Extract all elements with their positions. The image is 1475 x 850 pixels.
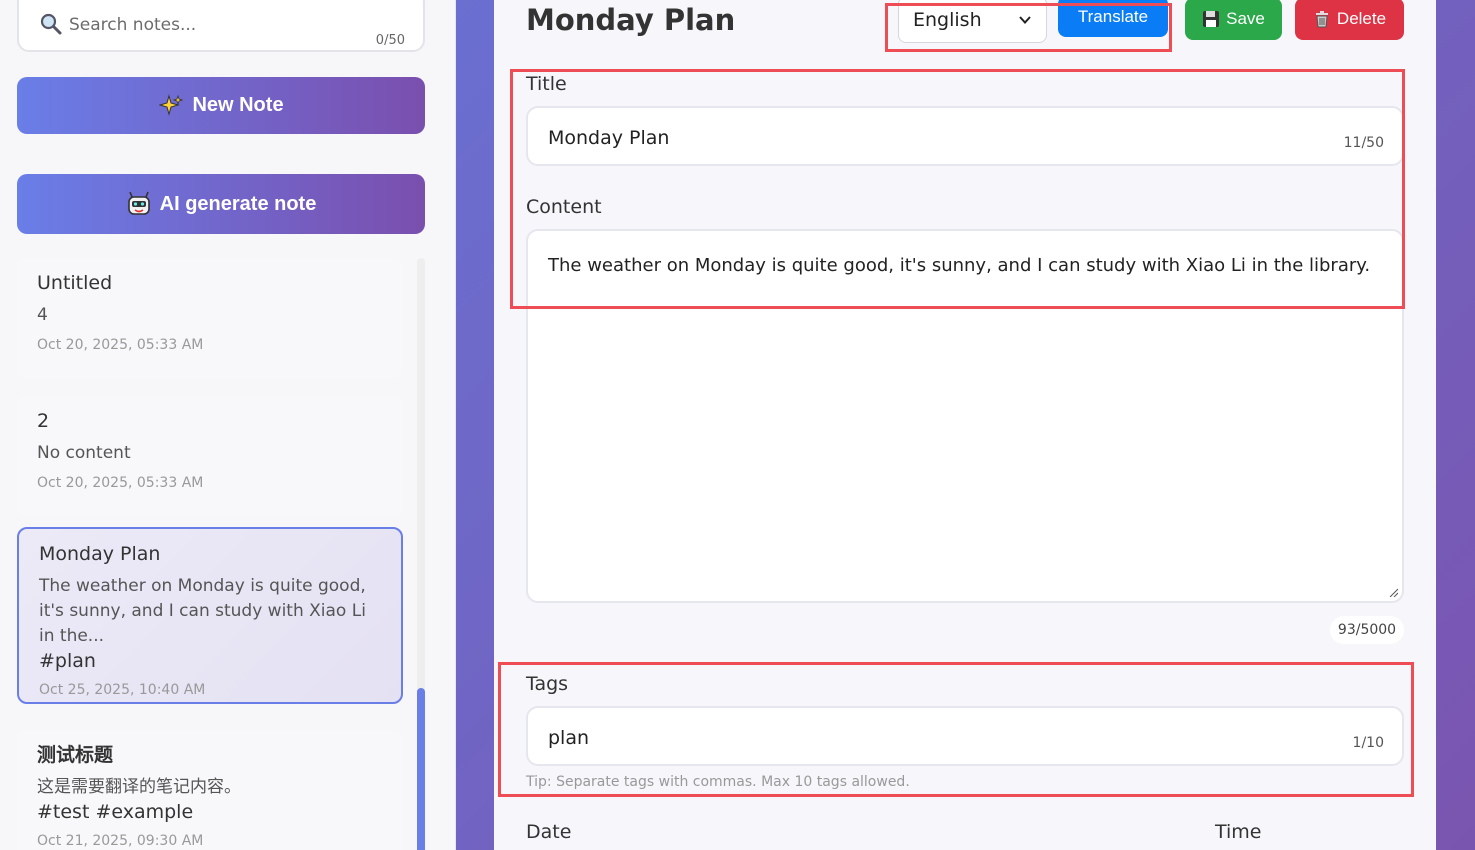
tags-count: 1/10	[1352, 735, 1384, 751]
note-preview: 4	[37, 305, 48, 325]
tags-tip: Tip: Separate tags with commas. Max 10 t…	[526, 774, 910, 790]
floppy-disk-icon	[1203, 11, 1220, 27]
content-textarea[interactable]: The weather on Monday is quite good, it'…	[526, 229, 1404, 603]
translate-button[interactable]: Translate	[1058, 0, 1168, 37]
note-list-item[interactable]: 测试标题 这是需要翻译的笔记内容。 #test #example Oct 21,…	[17, 730, 403, 850]
delete-button[interactable]: Delete	[1295, 0, 1404, 40]
content-label: Content	[526, 196, 602, 218]
note-tags: #plan	[39, 650, 96, 672]
sparkles-icon	[158, 93, 184, 119]
note-list-item[interactable]: Untitled 4 Oct 20, 2025, 05:33 AM	[17, 258, 403, 378]
tags-input-value: plan	[548, 727, 590, 749]
new-note-label: New Note	[192, 94, 284, 116]
search-char-count: 0/50	[375, 33, 405, 48]
note-title: Untitled	[37, 272, 113, 294]
note-date: Oct 21, 2025, 09:30 AM	[37, 833, 204, 849]
tags-label: Tags	[526, 673, 569, 695]
language-select[interactable]: English	[898, 0, 1047, 43]
note-title: 2	[37, 410, 50, 432]
title-char-count: 11/50	[1343, 135, 1384, 151]
time-label: Time	[1215, 821, 1262, 843]
title-label: Title	[526, 73, 567, 95]
note-list: Untitled 4 Oct 20, 2025, 05:33 AM 2 No c…	[17, 258, 407, 850]
search-input[interactable]	[69, 12, 369, 38]
chevron-down-icon	[1019, 15, 1031, 24]
note-preview: 这是需要翻译的笔记内容。	[37, 777, 241, 797]
new-note-button[interactable]: New Note	[17, 77, 425, 134]
search-icon	[40, 13, 62, 35]
note-preview: The weather on Monday is quite good, it'…	[39, 576, 366, 646]
date-label: Date	[526, 821, 572, 843]
language-select-value: English	[913, 8, 982, 31]
resize-handle-icon[interactable]	[1388, 587, 1398, 597]
tags-input[interactable]: plan 1/10	[526, 706, 1404, 766]
title-input[interactable]: Monday Plan 11/50	[526, 106, 1404, 166]
translate-label: Translate	[1077, 6, 1149, 26]
robot-icon	[126, 191, 152, 217]
save-button[interactable]: Save	[1185, 0, 1282, 40]
note-date: Oct 20, 2025, 05:33 AM	[37, 475, 204, 491]
content-char-count: 93/5000	[1330, 616, 1404, 644]
note-preview: No content	[37, 443, 131, 463]
note-list-scroll-thumb[interactable]	[417, 688, 425, 850]
delete-label: Delete	[1336, 9, 1387, 28]
trash-icon	[1315, 11, 1328, 28]
sidebar: 0/50 New Note AI generate note	[0, 0, 456, 850]
note-tags: #test #example	[37, 801, 194, 823]
note-title: Monday Plan	[39, 543, 161, 565]
note-title: 测试标题	[37, 744, 114, 766]
ai-generate-label: AI generate note	[159, 192, 317, 215]
note-list-item-active[interactable]: Monday Plan The weather on Monday is qui…	[17, 527, 403, 704]
note-date: Oct 25, 2025, 10:40 AM	[39, 682, 206, 698]
search-box[interactable]: 0/50	[17, 0, 425, 52]
page-title: Monday Plan	[526, 3, 736, 37]
content-textarea-value: The weather on Monday is quite good, it'…	[548, 255, 1371, 276]
ai-generate-button[interactable]: AI generate note	[17, 174, 425, 234]
title-input-value: Monday Plan	[548, 127, 670, 149]
save-label: Save	[1226, 9, 1265, 28]
note-date: Oct 20, 2025, 05:33 AM	[37, 337, 204, 353]
note-list-item[interactable]: 2 No content Oct 20, 2025, 05:33 AM	[17, 396, 403, 516]
